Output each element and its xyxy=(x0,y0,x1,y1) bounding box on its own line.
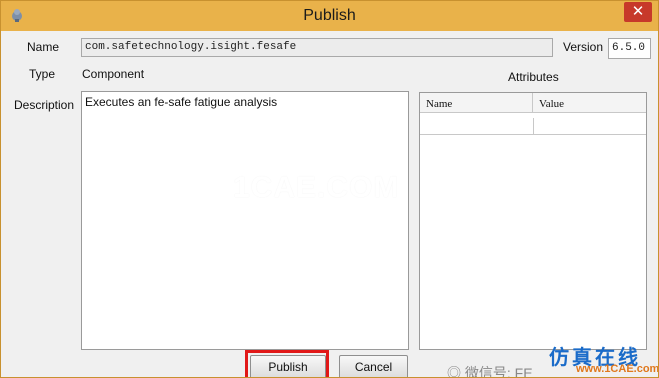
type-label: Type xyxy=(29,67,56,81)
table-row[interactable] xyxy=(420,118,646,135)
close-icon: ✕ xyxy=(631,3,645,20)
cancel-button[interactable]: Cancel xyxy=(339,355,408,377)
description-text: Executes an fe-safe fatigue analysis xyxy=(85,95,278,109)
attributes-table[interactable]: Name Value xyxy=(419,92,647,350)
description-textarea[interactable]: Executes an fe-safe fatigue analysis xyxy=(81,91,409,350)
name-field[interactable]: com.safetechnology.isight.fesafe xyxy=(81,38,553,57)
table-cell-name[interactable] xyxy=(420,118,534,134)
type-value: Component xyxy=(82,67,145,81)
dialog-content: Name com.safetechnology.isight.fesafe Ve… xyxy=(1,31,659,378)
wechat-watermark: ◎ 微信号: FE xyxy=(447,363,533,378)
close-button[interactable]: ✕ xyxy=(624,2,652,22)
title-bar[interactable]: Publish ✕ xyxy=(1,1,658,31)
version-label: Version xyxy=(563,40,604,54)
site-watermark-url: www.1CAE.com xyxy=(576,363,659,375)
description-label: Description xyxy=(14,98,75,112)
attributes-label: Attributes xyxy=(508,70,559,84)
column-header-value[interactable]: Value xyxy=(533,93,646,113)
name-label: Name xyxy=(27,40,60,54)
publish-dialog: Publish ✕ Name com.safetechnology.isight… xyxy=(0,0,659,378)
wechat-text: 微信号: FE xyxy=(464,365,533,378)
publish-button[interactable]: Publish xyxy=(250,355,326,377)
table-cell-value[interactable] xyxy=(534,118,646,134)
version-field[interactable]: 6.5.0 xyxy=(608,38,651,59)
watermark-text: 1CAE.COM xyxy=(233,171,400,204)
wechat-icon: ◎ xyxy=(447,365,461,378)
window-title: Publish xyxy=(303,7,356,24)
column-header-name[interactable]: Name xyxy=(420,93,533,113)
